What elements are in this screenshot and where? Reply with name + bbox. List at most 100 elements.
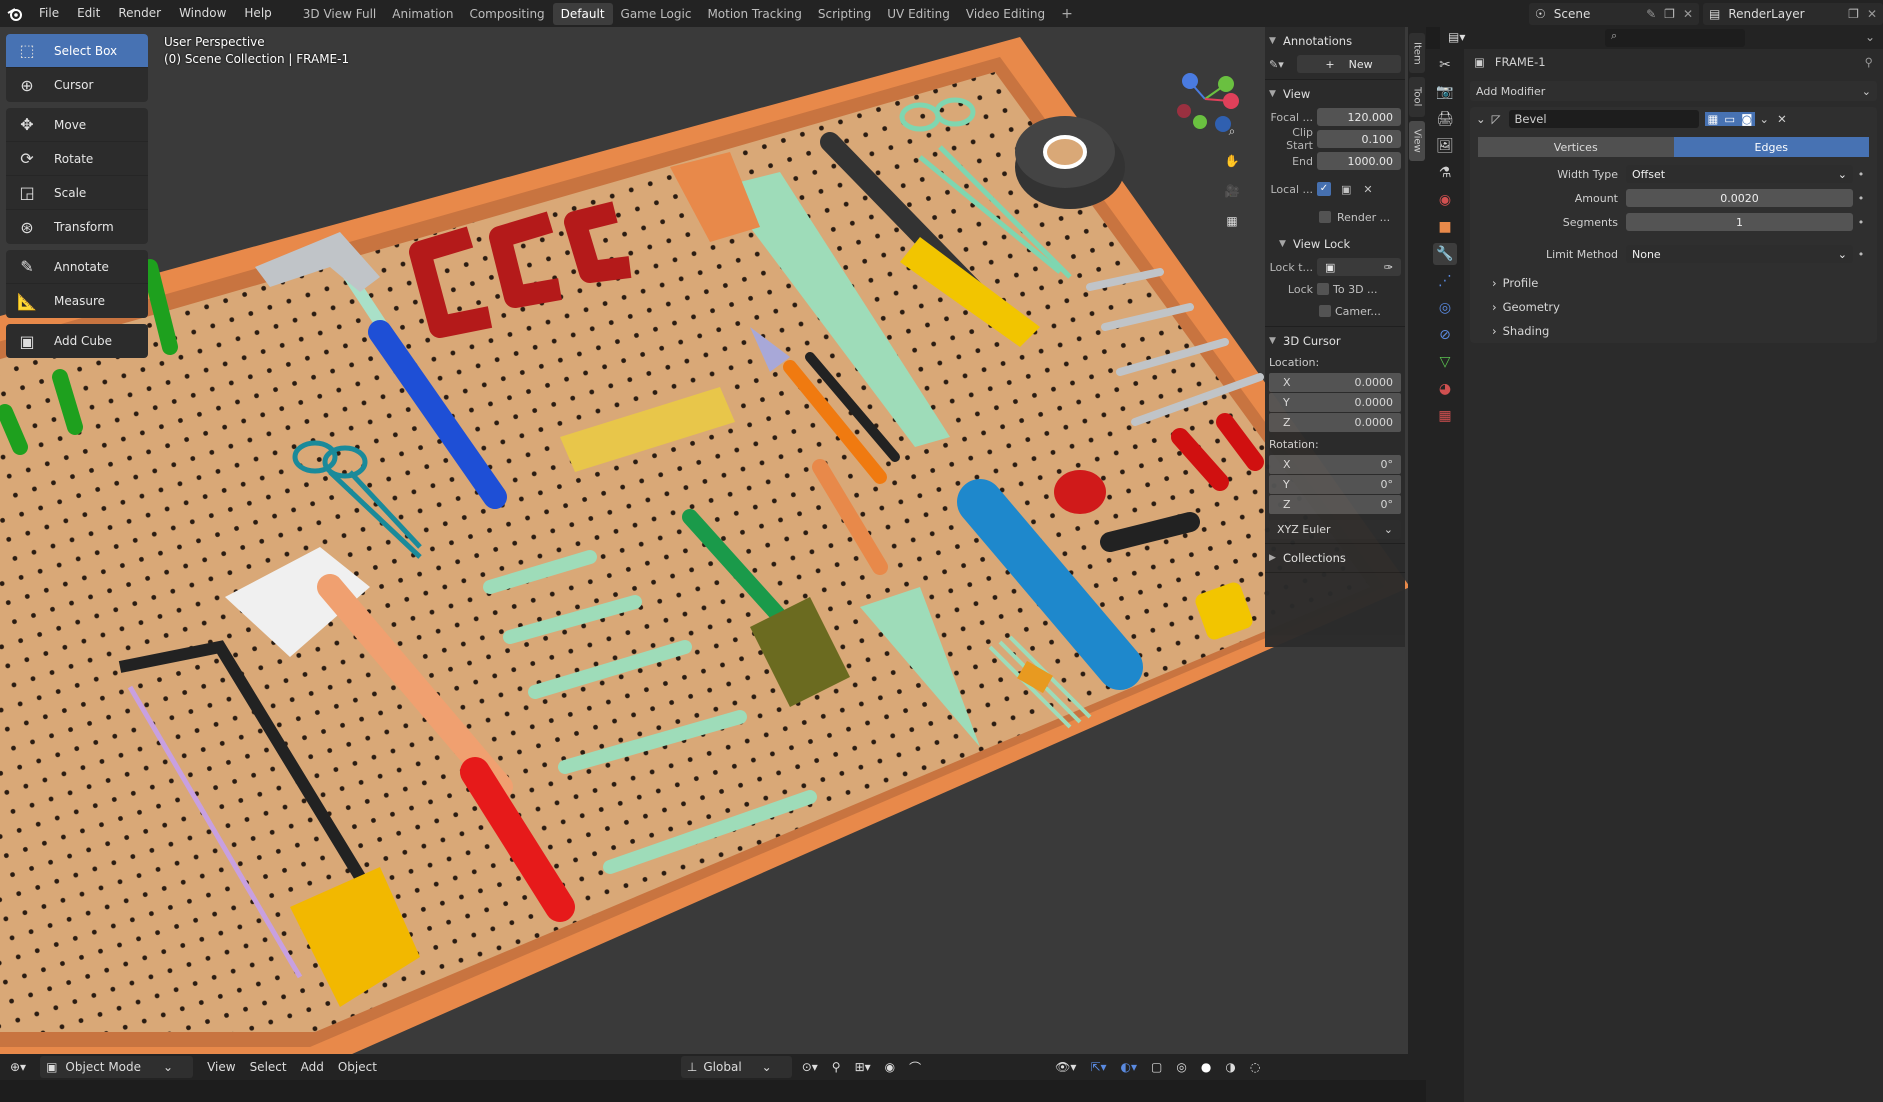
shading-subpanel[interactable]: › Shading [1470,319,1877,343]
modifier-wrench-icon[interactable]: 🔧 [1433,243,1457,265]
lock-camera-checkbox[interactable] [1319,305,1331,317]
material-shading-icon[interactable]: ◑ [1225,1060,1235,1074]
tool-annotate[interactable]: ✎ Annotate [6,250,148,284]
pan-hand-icon[interactable]: ✋ [1220,149,1244,173]
modifier-name-field[interactable]: Bevel [1508,110,1699,128]
blender-logo-icon[interactable] [0,0,30,27]
cursor-rotation-y[interactable]: Y 0° [1269,475,1401,494]
transform-orientation-dropdown[interactable]: ⊥ Global ⌄ [680,1056,792,1078]
scene-icon[interactable]: ⚗ [1433,162,1457,184]
zoom-icon[interactable]: ⌕ [1220,119,1244,143]
geometry-subpanel[interactable]: › Geometry [1470,295,1877,319]
view-lock-header[interactable]: ▼ View Lock [1269,233,1401,255]
clip-end-field[interactable]: 1000.00 [1317,152,1401,170]
keyframe-dot-icon[interactable]: • [1853,168,1869,181]
proportional-falloff-icon[interactable]: ⌒ [909,1059,921,1076]
render-icon[interactable]: 📷 [1433,81,1457,103]
editor-type-icon[interactable]: ▤▾ [1448,30,1465,44]
local-camera-checkbox[interactable]: ✓ [1317,182,1331,196]
menu-add[interactable]: Add [301,1060,324,1074]
lock-to-3d-cursor-checkbox[interactable] [1317,283,1329,295]
tool-rotate[interactable]: ⟳ Rotate [6,142,148,176]
edges-button[interactable]: Edges [1673,137,1869,157]
object-icon[interactable]: ■ [1433,216,1457,238]
particles-icon[interactable]: ⋰ [1433,270,1457,292]
vertices-button[interactable]: Vertices [1478,137,1674,157]
render-toggle-icon[interactable]: ◙ [1738,112,1756,126]
segments-field[interactable]: 1 [1626,213,1853,231]
view-layer-icon[interactable]: 🖼 [1433,135,1457,157]
tool-scale[interactable]: ◲ Scale [6,176,148,210]
collections-header[interactable]: ▶ Collections [1269,547,1401,569]
xray-toggle-icon[interactable]: ▢ [1151,1060,1162,1074]
world-icon[interactable]: ◉ [1433,189,1457,211]
tab-view[interactable]: View [1409,121,1425,161]
visibility-icon[interactable]: 👁▾ [1055,1060,1076,1074]
clip-start-field[interactable]: 0.100 [1317,130,1401,148]
properties-search-field[interactable]: ⌕ [1605,29,1745,47]
chevron-down-icon[interactable]: ⌄ [1759,112,1769,126]
tab-scripting[interactable]: Scripting [810,3,879,25]
cursor-location-x[interactable]: X 0.0000 [1269,373,1401,392]
viewport-toggle-icon[interactable]: ▭ [1721,112,1739,126]
keyframe-dot-icon[interactable]: • [1853,192,1869,205]
material-icon[interactable]: ◕ [1433,378,1457,400]
tab-item[interactable]: Item [1409,33,1425,73]
limit-method-dropdown[interactable]: None ⌄ [1626,245,1853,263]
lock-to-object-field[interactable]: ▣ ✑ [1317,258,1401,276]
tool-select-box[interactable]: ⬚ Select Box [6,34,148,68]
overlay-toggle-icon[interactable]: ◐▾ [1121,1060,1138,1074]
solid-shading-icon[interactable]: ● [1201,1060,1211,1074]
chevron-down-icon[interactable]: ⌄ [1476,112,1486,126]
tab-motion-tracking[interactable]: Motion Tracking [699,3,809,25]
tool-settings-icon[interactable]: ✂ [1433,54,1457,76]
tab-animation[interactable]: Animation [384,3,461,25]
editor-type-icon[interactable]: ⊕▾ [10,1060,26,1074]
gizmo-toggle-icon[interactable]: ⇱▾ [1090,1060,1106,1074]
wireframe-shading-icon[interactable]: ◎ [1176,1060,1186,1074]
camera-select-icon[interactable]: ▣ [1341,183,1351,196]
pin-icon[interactable]: ✎ [1646,7,1656,21]
tab-3d-view-full[interactable]: 3D View Full [295,3,385,25]
tool-move[interactable]: ✥ Move [6,108,148,142]
add-modifier-dropdown[interactable]: Add Modifier ⌄ [1470,81,1877,101]
annotations-header[interactable]: ▼ Annotations [1269,30,1401,52]
camera-view-icon[interactable]: 🎥 [1220,179,1244,203]
pin-icon[interactable]: ⚲ [1865,55,1873,69]
amount-field[interactable]: 0.0020 [1626,189,1853,207]
menu-window[interactable]: Window [170,0,235,27]
menu-select[interactable]: Select [250,1060,287,1074]
proportional-edit-icon[interactable]: ◉ [885,1060,895,1074]
tab-video-editing[interactable]: Video Editing [958,3,1053,25]
cursor-location-z[interactable]: Z 0.0000 [1269,413,1401,432]
tool-transform[interactable]: ⊛ Transform [6,210,148,244]
tab-tool[interactable]: Tool [1409,77,1425,117]
electrical-tape[interactable] [1054,470,1106,514]
copy-layer-icon[interactable]: ❐ [1848,7,1859,21]
grid-view-icon[interactable]: ▦ [1220,209,1244,233]
close-layer-icon[interactable]: ✕ [1867,7,1877,21]
menu-view[interactable]: View [207,1060,235,1074]
close-scene-icon[interactable]: ✕ [1683,7,1693,21]
edit-mode-toggle-icon[interactable]: ▦ [1704,112,1722,126]
remove-modifier-icon[interactable]: ✕ [1777,112,1787,126]
object-mode-dropdown[interactable]: ▣ Object Mode ⌄ [40,1056,194,1078]
add-workspace-icon[interactable]: + [1053,3,1081,25]
tab-compositing[interactable]: Compositing [461,3,552,25]
3d-viewport[interactable]: ⬚ Select Box ⊕ Cursor ✥ Move ⟳ Rotate ◲ Scale… [0,27,1410,1054]
clear-camera-icon[interactable]: ✕ [1363,183,1372,196]
tab-uv-editing[interactable]: UV Editing [879,3,958,25]
output-icon[interactable]: 🖨 [1433,108,1457,130]
rotation-mode-dropdown[interactable]: XYZ Euler ⌄ [1269,520,1401,539]
tab-game-logic[interactable]: Game Logic [613,3,700,25]
physics-icon[interactable]: ◎ [1433,297,1457,319]
render-layer-selector[interactable]: ▤ RenderLayer ❐ ✕ [1703,2,1883,25]
view-header[interactable]: ▼ View [1269,83,1401,105]
menu-render[interactable]: Render [109,0,170,27]
duct-tape[interactable] [1015,116,1125,209]
menu-file[interactable]: File [30,0,68,27]
annotation-type-icon[interactable]: ✎▾ [1269,58,1297,71]
tool-cursor[interactable]: ⊕ Cursor [6,68,148,102]
rendered-shading-icon[interactable]: ◌ [1250,1060,1260,1074]
constraints-icon[interactable]: ⊘ [1433,324,1457,346]
